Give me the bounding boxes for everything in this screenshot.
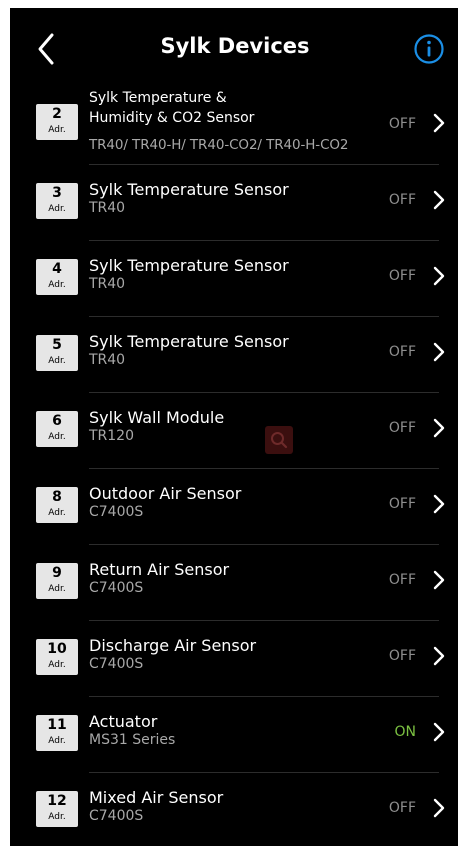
address-number: 4	[52, 261, 62, 277]
device-model: MS31 Series	[89, 732, 176, 748]
device-row[interactable]: 5 Adr. Sylk Temperature Sensor TR40 OFF	[10, 317, 458, 393]
chevron-right-icon	[433, 418, 445, 438]
chevron-right-icon	[433, 570, 445, 590]
address-label: Adr.	[48, 356, 66, 366]
address-number: 11	[47, 717, 67, 733]
address-badge: 5 Adr.	[36, 335, 78, 371]
device-name: Sylk Wall Module	[89, 408, 225, 427]
device-status: OFF	[388, 116, 416, 132]
address-label: Adr.	[48, 812, 66, 822]
device-status: OFF	[388, 572, 416, 588]
device-model: TR40	[89, 200, 126, 216]
address-badge: 11 Adr.	[36, 715, 78, 751]
address-label: Adr.	[48, 204, 66, 214]
address-label: Adr.	[48, 125, 66, 135]
address-label: Adr.	[48, 432, 66, 442]
device-model: C7400S	[89, 580, 144, 596]
device-name: Return Air Sensor	[89, 560, 230, 579]
address-number: 5	[52, 337, 62, 353]
chevron-right-icon	[433, 266, 445, 286]
device-row[interactable]: 11 Adr. Actuator MS31 Series ON	[10, 697, 458, 773]
device-model: C7400S	[89, 504, 144, 520]
device-model: TR120	[89, 428, 135, 444]
address-badge: 12 Adr.	[36, 791, 78, 827]
header-bar: Sylk Devices	[10, 8, 458, 86]
sylk-devices-screen: Sylk Devices 2 Adr. Sylk Temperature & H…	[10, 8, 458, 846]
device-row[interactable]: 8 Adr. Outdoor Air Sensor C7400S OFF	[10, 469, 458, 545]
chevron-right-icon	[433, 646, 445, 666]
info-circle-icon	[414, 34, 444, 64]
device-row[interactable]: 10 Adr. Discharge Air Sensor C7400S OFF	[10, 621, 458, 697]
device-status: ON	[394, 724, 417, 740]
device-row[interactable]: 9 Adr. Return Air Sensor C7400S OFF	[10, 545, 458, 621]
device-status: OFF	[388, 344, 416, 360]
address-number: 12	[47, 793, 67, 809]
chevron-right-icon	[433, 722, 445, 742]
device-row[interactable]: 2 Adr. Sylk Temperature & Humidity & CO2…	[10, 88, 458, 165]
chevron-right-icon	[433, 113, 445, 133]
chevron-right-icon	[433, 342, 445, 362]
device-model: C7400S	[89, 656, 144, 672]
chevron-left-icon	[38, 33, 54, 65]
chevron-right-icon	[433, 494, 445, 514]
address-badge: 10 Adr.	[36, 639, 78, 675]
device-row[interactable]: 4 Adr. Sylk Temperature Sensor TR40 OFF	[10, 241, 458, 317]
device-status: OFF	[388, 648, 416, 664]
device-name: Outdoor Air Sensor	[89, 484, 242, 503]
address-number: 2	[52, 106, 62, 122]
address-number: 8	[52, 489, 62, 505]
address-number: 10	[47, 641, 67, 657]
address-number: 9	[52, 565, 62, 581]
device-row[interactable]: 3 Adr. Sylk Temperature Sensor TR40 OFF	[10, 165, 458, 241]
chevron-right-icon	[433, 798, 445, 818]
device-status: OFF	[388, 268, 416, 284]
device-name: Sylk Temperature Sensor	[89, 180, 289, 199]
device-status: OFF	[388, 420, 416, 436]
info-button[interactable]	[413, 33, 445, 65]
device-name: Discharge Air Sensor	[89, 636, 257, 655]
device-name: Mixed Air Sensor	[89, 788, 224, 807]
address-label: Adr.	[48, 660, 66, 670]
device-model: TR40	[89, 352, 126, 368]
address-label: Adr.	[48, 280, 66, 290]
chevron-right-icon	[433, 190, 445, 210]
address-badge: 9 Adr.	[36, 563, 78, 599]
device-status: OFF	[388, 496, 416, 512]
device-row[interactable]: 12 Adr. Mixed Air Sensor C7400S OFF	[10, 773, 458, 846]
device-list: 2 Adr. Sylk Temperature & Humidity & CO2…	[10, 88, 458, 846]
device-name-line2: Humidity & CO2 Sensor	[89, 110, 255, 126]
device-model: TR40	[89, 276, 126, 292]
page-title: Sylk Devices	[160, 34, 310, 58]
address-number: 6	[52, 413, 62, 429]
address-badge: 6 Adr.	[36, 411, 78, 447]
address-badge: 8 Adr.	[36, 487, 78, 523]
address-label: Adr.	[48, 584, 66, 594]
address-number: 3	[52, 185, 62, 201]
device-row[interactable]: 6 Adr. Sylk Wall Module TR120 OFF	[10, 393, 458, 469]
address-label: Adr.	[48, 508, 66, 518]
device-status: OFF	[388, 800, 416, 816]
address-badge: 3 Adr.	[36, 183, 78, 219]
address-badge: 4 Adr.	[36, 259, 78, 295]
search-icon	[265, 426, 293, 454]
device-status: OFF	[388, 192, 416, 208]
device-name: Sylk Temperature &	[89, 90, 227, 106]
back-button[interactable]	[32, 30, 66, 70]
device-name: Sylk Temperature Sensor	[89, 332, 289, 351]
device-name: Actuator	[89, 712, 158, 731]
device-model: C7400S	[89, 808, 144, 824]
device-model: TR40/ TR40-H/ TR40-CO2/ TR40-H-CO2	[89, 137, 349, 153]
address-badge: 2 Adr.	[36, 104, 78, 140]
address-label: Adr.	[48, 736, 66, 746]
device-name: Sylk Temperature Sensor	[89, 256, 289, 275]
